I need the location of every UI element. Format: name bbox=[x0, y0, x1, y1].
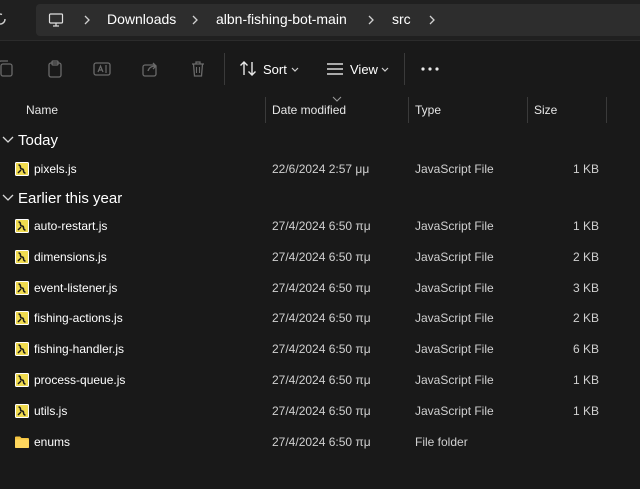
column-name[interactable]: Name bbox=[26, 103, 58, 117]
chevron-right-icon[interactable] bbox=[82, 14, 92, 26]
file-name[interactable]: enums bbox=[34, 435, 70, 449]
rename-icon[interactable] bbox=[92, 59, 112, 79]
column-resize-handle[interactable] bbox=[527, 97, 528, 123]
chevron-right-icon[interactable] bbox=[366, 14, 376, 26]
file-type: JavaScript File bbox=[415, 373, 494, 387]
command-bar: Sort View bbox=[0, 41, 640, 97]
file-size: 3 KB bbox=[572, 280, 599, 295]
file-type: JavaScript File bbox=[415, 311, 494, 326]
breadcrumb[interactable]: Downloads albn-fishing-bot-main src bbox=[36, 4, 640, 36]
column-resize-handle[interactable] bbox=[408, 97, 409, 123]
column-type[interactable]: Type bbox=[415, 103, 441, 117]
file-date-modified: 27/4/2024 6:50 πμ bbox=[272, 403, 371, 418]
more-options-icon[interactable] bbox=[420, 59, 440, 79]
file-type: JavaScript File bbox=[415, 403, 494, 418]
folder-icon bbox=[15, 436, 29, 448]
file-size: 2 KB bbox=[572, 311, 599, 326]
column-date-modified[interactable]: Date modified bbox=[272, 103, 346, 117]
js-file-icon bbox=[15, 219, 29, 233]
chevron-right-icon[interactable] bbox=[190, 14, 200, 26]
file-type: File folder bbox=[415, 434, 468, 449]
file-size: 1 KB bbox=[572, 162, 599, 176]
file-name[interactable]: fishing-handler.js bbox=[34, 342, 124, 356]
file-size: 6 KB bbox=[572, 342, 599, 357]
file-row[interactable]: utils.js 27/4/2024 6:50 πμ JavaScript File… bbox=[0, 396, 640, 427]
file-type: JavaScript File bbox=[415, 162, 494, 176]
toolbar-divider bbox=[224, 53, 225, 85]
chevron-down-icon[interactable] bbox=[2, 194, 14, 202]
chevron-down-icon[interactable] bbox=[291, 67, 299, 73]
file-name[interactable]: fishing-actions.js bbox=[34, 311, 123, 325]
copy-icon[interactable] bbox=[0, 59, 16, 79]
breadcrumb-albn-fishing-bot-main[interactable]: albn-fishing-bot-main bbox=[216, 11, 347, 27]
js-file-icon bbox=[15, 403, 29, 418]
group-title: Earlier this year bbox=[18, 190, 123, 207]
paste-icon[interactable] bbox=[45, 59, 65, 79]
address-bar: Downloads albn-fishing-bot-main src bbox=[0, 0, 640, 41]
js-file-icon bbox=[15, 373, 29, 387]
file-name[interactable]: auto-restart.js bbox=[34, 219, 107, 233]
file-row[interactable]: fishing-handler.js 27/4/2024 6:50 πμ JavaS… bbox=[0, 334, 640, 365]
js-file-icon bbox=[15, 311, 29, 326]
sort-indicator-icon bbox=[332, 96, 342, 102]
js-file-icon bbox=[15, 342, 29, 357]
file-date-modified: 27/4/2024 6:50 πμ bbox=[272, 311, 371, 326]
refresh-icon[interactable] bbox=[0, 11, 8, 27]
js-file-icon bbox=[15, 280, 29, 295]
file-name[interactable]: process-queue.js bbox=[34, 373, 125, 387]
file-type: JavaScript File bbox=[415, 249, 494, 264]
js-file-icon bbox=[15, 249, 29, 264]
column-resize-handle[interactable] bbox=[606, 97, 607, 123]
file-date-modified: 27/4/2024 6:50 πμ bbox=[272, 219, 371, 233]
chevron-down-icon[interactable] bbox=[2, 136, 14, 144]
chevron-down-icon[interactable] bbox=[381, 67, 389, 73]
file-size: 1 KB bbox=[572, 219, 599, 233]
this-pc-icon[interactable] bbox=[48, 12, 64, 28]
file-date-modified: 27/4/2024 6:50 πμ bbox=[272, 342, 371, 357]
file-row[interactable]: pixels.js 22/6/2024 2:57 μμ JavaScript Fil… bbox=[0, 154, 640, 185]
chevron-right-icon[interactable] bbox=[427, 14, 437, 26]
group-title: Today bbox=[18, 132, 59, 149]
file-size: 1 KB bbox=[572, 403, 599, 418]
file-name[interactable]: dimensions.js bbox=[34, 250, 107, 264]
file-type: JavaScript File bbox=[415, 280, 494, 295]
view-icon[interactable] bbox=[325, 59, 345, 79]
file-date-modified: 27/4/2024 6:50 πμ bbox=[272, 434, 371, 449]
file-type: JavaScript File bbox=[415, 342, 494, 357]
column-resize-handle[interactable] bbox=[265, 97, 266, 123]
breadcrumb-src[interactable]: src bbox=[392, 11, 411, 27]
file-size: 1 KB bbox=[572, 373, 599, 387]
sort-icon[interactable] bbox=[238, 59, 258, 79]
file-date-modified: 27/4/2024 6:50 πμ bbox=[272, 373, 371, 387]
file-date-modified: 22/6/2024 2:57 μμ bbox=[272, 162, 370, 176]
share-icon[interactable] bbox=[140, 59, 160, 79]
view-button[interactable]: View bbox=[350, 62, 378, 77]
file-row[interactable]: process-queue.js 27/4/2024 6:50 πμ JavaScr… bbox=[0, 365, 640, 396]
file-date-modified: 27/4/2024 6:50 πμ bbox=[272, 249, 371, 264]
file-date-modified: 27/4/2024 6:50 πμ bbox=[272, 280, 371, 295]
file-name[interactable]: utils.js bbox=[34, 404, 67, 418]
file-size: 2 KB bbox=[572, 249, 599, 264]
toolbar-divider bbox=[404, 53, 405, 85]
breadcrumb-downloads[interactable]: Downloads bbox=[107, 11, 176, 27]
column-header: Name Date modified Type Size bbox=[0, 96, 640, 123]
js-file-icon bbox=[15, 162, 29, 176]
folder-row[interactable]: enums 27/4/2024 6:50 πμ File folder bbox=[0, 427, 640, 458]
delete-icon[interactable] bbox=[188, 59, 208, 79]
file-name[interactable]: pixels.js bbox=[34, 162, 77, 176]
file-row[interactable]: event-listener.js 27/4/2024 6:50 πμ JavaSc… bbox=[0, 273, 640, 304]
file-row[interactable]: fishing-actions.js 27/4/2024 6:50 πμ JavaS… bbox=[0, 303, 640, 334]
column-size[interactable]: Size bbox=[534, 103, 557, 117]
file-type: JavaScript File bbox=[415, 219, 494, 233]
file-name[interactable]: event-listener.js bbox=[34, 281, 117, 295]
file-row[interactable]: auto-restart.js 27/4/2024 6:50 πμ JavaScri… bbox=[0, 211, 640, 242]
sort-button[interactable]: Sort bbox=[263, 62, 287, 77]
file-row[interactable]: dimensions.js 27/4/2024 6:50 πμ JavaScript… bbox=[0, 242, 640, 273]
